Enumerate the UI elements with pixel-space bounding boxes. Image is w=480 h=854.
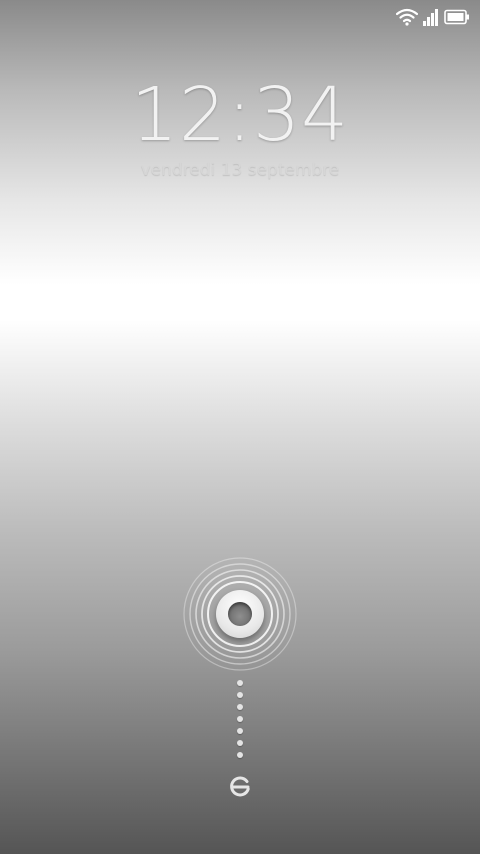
wifi-icon [396,8,418,26]
battery-icon [444,9,469,25]
clock-date: vendredi 13 septembre [140,160,340,180]
status-bar [0,0,480,36]
unlock-track [237,680,243,758]
home-target-icon[interactable] [228,774,252,798]
track-dot [237,704,243,710]
track-dot [237,716,243,722]
track-dot [237,680,243,686]
lock-screen: 12:34 vendredi 13 septembre [0,0,480,854]
unlock-knob-icon[interactable] [216,590,264,638]
signal-icon [423,9,438,26]
status-icons [396,8,470,26]
track-dot [237,740,243,746]
track-dot [237,728,243,734]
track-dot [237,752,243,758]
clock-time: 12:34 [130,72,350,158]
track-dot [237,692,243,698]
